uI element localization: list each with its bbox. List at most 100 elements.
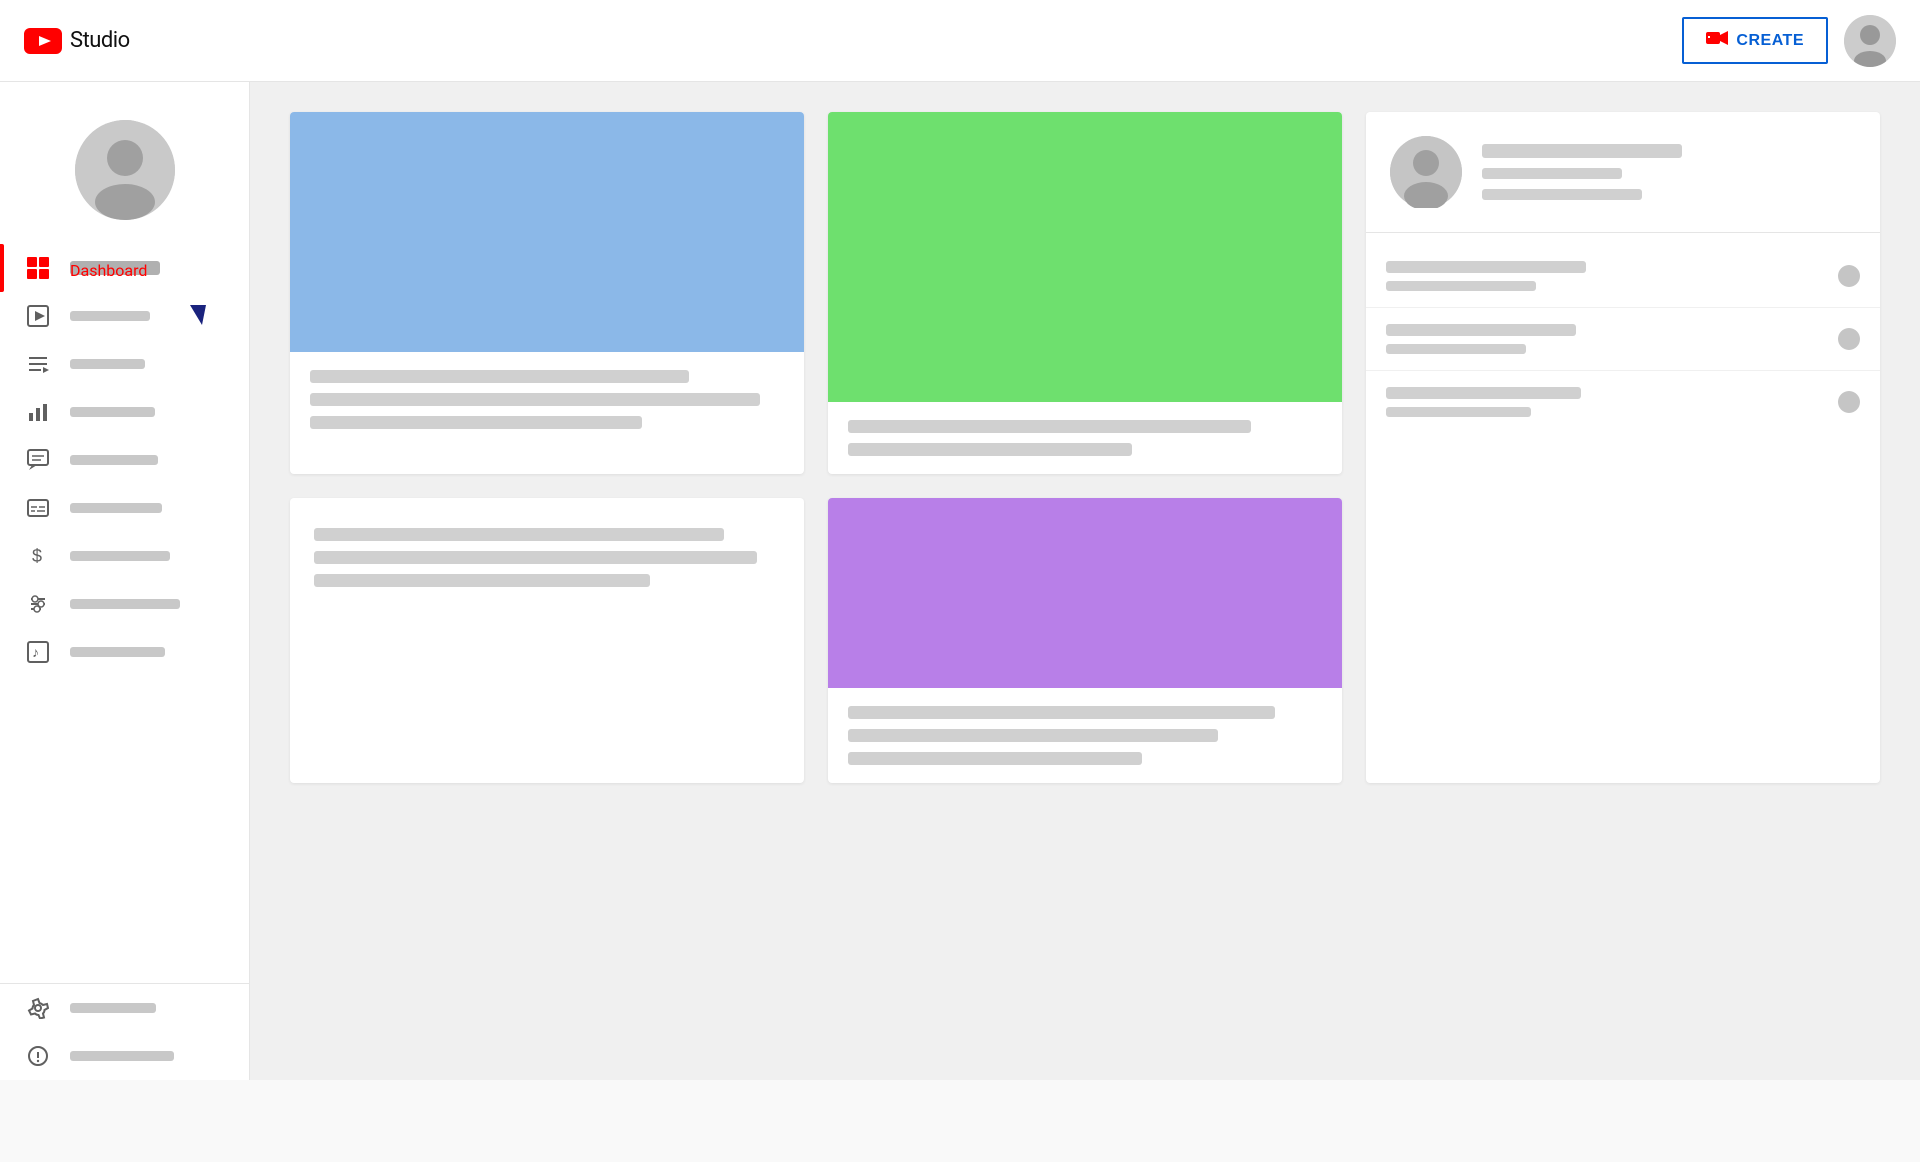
sidebar-item-subtitles[interactable] <box>0 484 249 532</box>
card-lines-1 <box>310 370 784 429</box>
feedback-label <box>70 1051 174 1061</box>
comments-label <box>70 455 158 465</box>
youtube-studio-logo[interactable]: Studio <box>24 28 130 54</box>
list-item-lines <box>1386 261 1822 291</box>
list-line <box>1386 407 1531 417</box>
channel-name-line <box>1482 144 1682 158</box>
list-line <box>1386 344 1526 354</box>
card-thumb-purple <box>828 498 1342 688</box>
sidebar-bottom <box>0 983 249 1080</box>
sidebar: Dashboard <box>0 82 250 1080</box>
camera-icon <box>1706 30 1728 46</box>
card-lines-4 <box>314 528 780 587</box>
card-lines-2 <box>848 420 1322 456</box>
list-item-dot <box>1838 391 1860 413</box>
content-label <box>70 311 150 321</box>
sidebar-item-settings[interactable] <box>0 984 249 1032</box>
header-left: Studio <box>24 28 130 54</box>
card-video-3[interactable] <box>828 498 1342 783</box>
list-item-dot <box>1838 265 1860 287</box>
settings-icon <box>24 994 52 1022</box>
channel-text-info <box>1482 144 1856 200</box>
feedback-icon <box>24 1042 52 1070</box>
list-line <box>1386 281 1536 291</box>
playlists-label <box>70 359 145 369</box>
sidebar-item-dashboard[interactable]: Dashboard <box>0 244 249 292</box>
user-avatar-icon <box>1844 15 1896 67</box>
channel-extra-line <box>1482 189 1642 200</box>
card-lines-3 <box>848 706 1322 765</box>
earn-label <box>70 551 170 561</box>
header-right: CREATE <box>1682 15 1896 67</box>
card-thumb-blue <box>290 112 804 352</box>
sidebar-item-customization[interactable] <box>0 580 249 628</box>
list-line <box>1386 387 1581 399</box>
sidebar-item-comments[interactable] <box>0 436 249 484</box>
dashboard-icon <box>24 254 52 282</box>
channel-info-card <box>1366 112 1880 232</box>
card-line <box>314 574 650 587</box>
card-video-2[interactable] <box>828 112 1342 474</box>
list-line <box>1386 324 1576 336</box>
list-item-dot <box>1838 328 1860 350</box>
create-label: CREATE <box>1736 32 1804 50</box>
card-line <box>848 729 1218 742</box>
card-line <box>310 393 760 406</box>
audio-label <box>70 647 165 657</box>
user-avatar-header[interactable] <box>1844 15 1896 67</box>
create-button[interactable]: CREATE <box>1682 17 1828 64</box>
youtube-icon <box>24 28 62 54</box>
studio-text: Studio <box>70 28 130 53</box>
list-line <box>1386 261 1586 273</box>
sidebar-item-earn[interactable]: $ <box>0 532 249 580</box>
comments-icon <box>24 446 52 474</box>
card-channel <box>1366 112 1880 783</box>
svg-text:$: $ <box>32 546 42 566</box>
list-item[interactable] <box>1366 371 1880 433</box>
customization-label <box>70 599 180 609</box>
channel-sub-line <box>1482 168 1622 179</box>
card-body-2 <box>828 402 1342 474</box>
list-item[interactable] <box>1366 308 1880 371</box>
analytics-icon <box>24 398 52 426</box>
card-text-1[interactable] <box>290 498 804 783</box>
list-item-lines <box>1386 387 1822 417</box>
sidebar-channel-section <box>0 90 249 244</box>
sidebar-item-analytics[interactable] <box>0 388 249 436</box>
sidebar-item-playlists[interactable] <box>0 340 249 388</box>
card-line <box>314 528 724 541</box>
svg-text:♪: ♪ <box>32 644 39 660</box>
card-body-4 <box>290 498 804 617</box>
main-content <box>250 82 1920 1080</box>
customization-icon <box>24 590 52 618</box>
channel-avatar-icon <box>1390 136 1462 208</box>
video-list-card <box>1366 233 1880 445</box>
content-icon <box>24 302 52 330</box>
card-line <box>848 752 1142 765</box>
card-line <box>310 416 642 429</box>
card-video-1[interactable] <box>290 112 804 474</box>
card-line <box>848 420 1251 433</box>
subtitles-icon <box>24 494 52 522</box>
card-body-1 <box>290 352 804 447</box>
sidebar-item-content[interactable] <box>0 292 249 340</box>
sidebar-item-feedback[interactable] <box>0 1032 249 1080</box>
analytics-label <box>70 407 155 417</box>
header: Studio CREATE <box>0 0 1920 82</box>
create-video-icon <box>1706 29 1728 52</box>
earn-icon: $ <box>24 542 52 570</box>
list-item[interactable] <box>1366 245 1880 308</box>
card-line <box>848 443 1132 456</box>
dashboard-label: Dashboard <box>70 261 160 275</box>
sidebar-avatar-icon <box>75 120 175 220</box>
card-line <box>310 370 689 383</box>
audio-icon: ♪ <box>24 638 52 666</box>
sidebar-item-audio[interactable]: ♪ <box>0 628 249 676</box>
card-body-3 <box>828 688 1342 783</box>
list-item-lines <box>1386 324 1822 354</box>
sidebar-channel-avatar[interactable] <box>75 120 175 220</box>
card-line <box>848 706 1275 719</box>
settings-label <box>70 1003 156 1013</box>
card-line <box>314 551 757 564</box>
card-thumb-green <box>828 112 1342 402</box>
